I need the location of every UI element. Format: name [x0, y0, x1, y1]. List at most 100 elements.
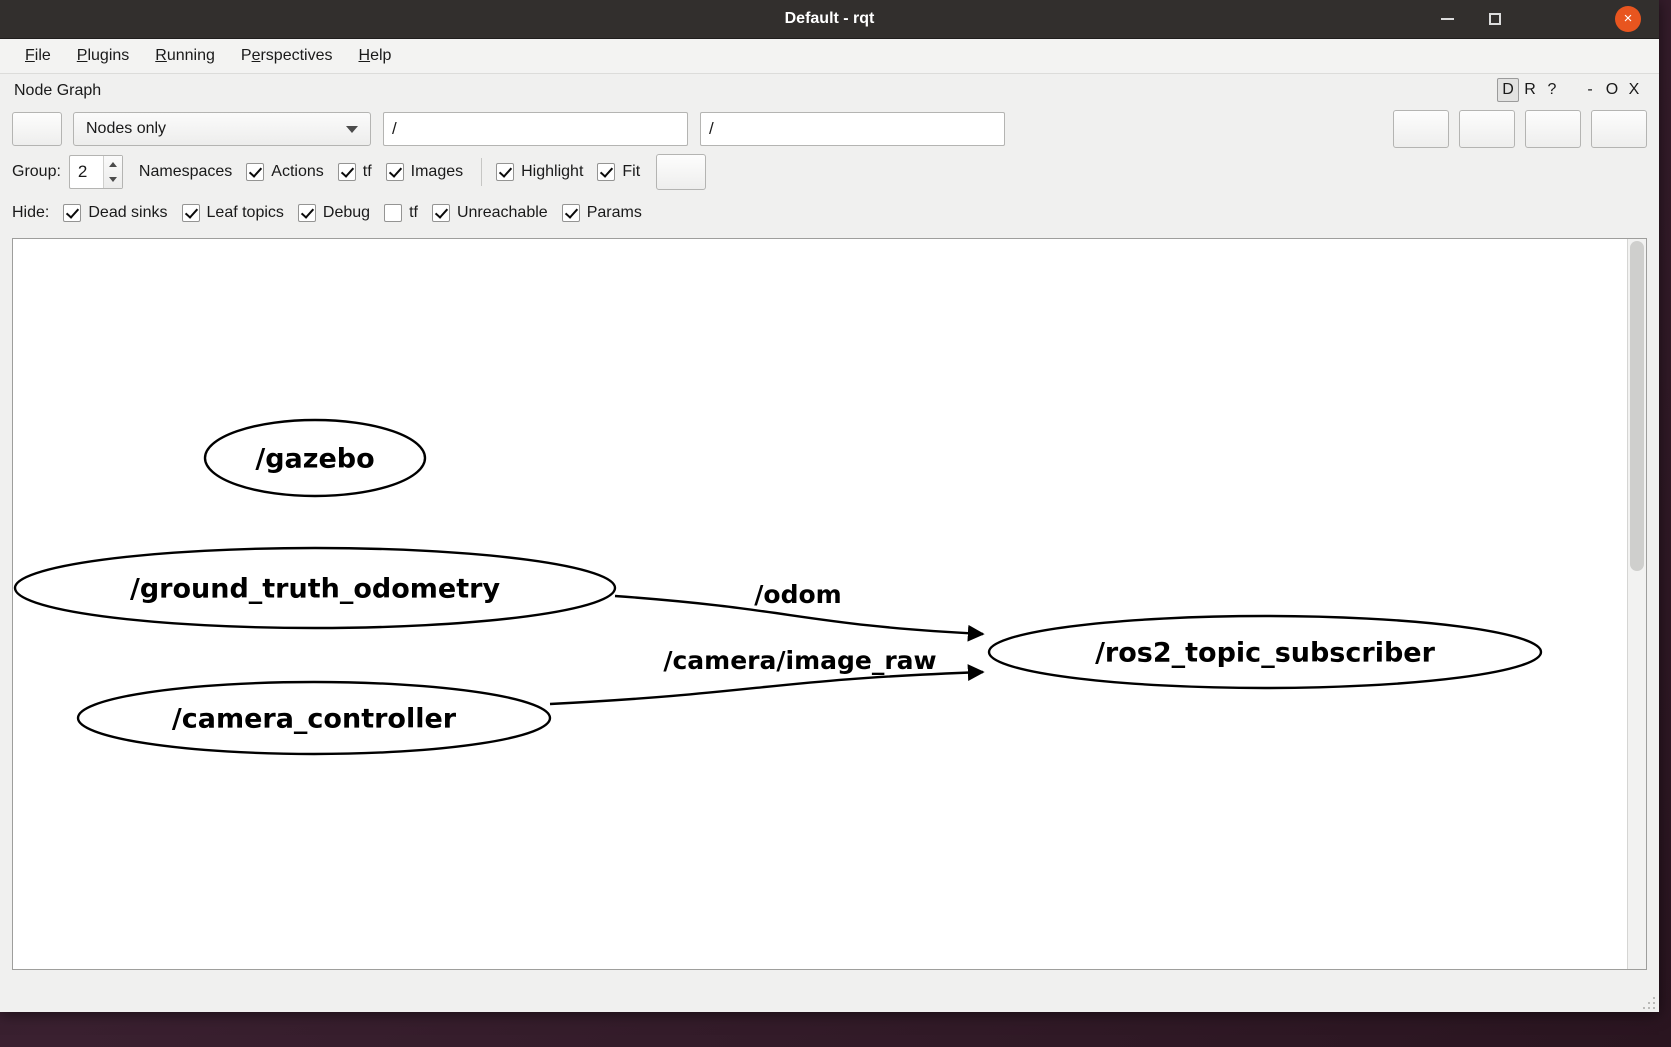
topic-filter-input[interactable]: /: [700, 112, 1005, 146]
graph-node-camera_controller[interactable]: /camera_controller: [76, 680, 552, 756]
save-image-button[interactable]: [1591, 110, 1647, 148]
toolbar-separator: [481, 158, 483, 186]
dock-minimize-button[interactable]: -: [1579, 79, 1601, 101]
maximize-icon: [1489, 13, 1501, 26]
namespaces-label: Namespaces: [138, 163, 233, 180]
window-title: Default - rqt: [784, 10, 875, 27]
hide-params-label: Params: [586, 204, 642, 221]
node-label: /camera_controller: [172, 703, 457, 734]
menu-file-label-rest: ile: [34, 47, 51, 64]
images-checkbox[interactable]: Images: [385, 163, 464, 181]
chevron-down-icon: [346, 126, 358, 133]
hide-label: Hide:: [12, 204, 50, 221]
menu-help[interactable]: Help: [346, 44, 405, 68]
dock-close-button[interactable]: X: [1623, 79, 1645, 101]
hide-dead-sinks-checkbox[interactable]: Dead sinks: [63, 204, 168, 222]
hide-leaf-topics-checkbox-box[interactable]: [181, 204, 200, 222]
edge-label: /odom: [754, 580, 841, 609]
dock-d-button[interactable]: D: [1497, 78, 1519, 102]
highlight-label: Highlight: [521, 163, 584, 180]
hide-params-checkbox[interactable]: Params: [561, 204, 642, 222]
grip-dot: [1653, 1002, 1655, 1004]
hide-dead-sinks-checkbox-box[interactable]: [63, 204, 82, 222]
graph-vertical-scrollbar[interactable]: [1627, 239, 1646, 969]
menu-perspectives[interactable]: Perspectives: [228, 44, 346, 68]
hide-debug-checkbox-box[interactable]: [297, 204, 316, 222]
ros-node-graph: /odom/camera/image_raw /gazebo/ground_tr…: [13, 418, 1543, 756]
edge-label: /camera/image_raw: [663, 646, 936, 675]
dock-widget-buttons: D R ? - O X: [1497, 78, 1645, 102]
hide-tf-checkbox[interactable]: tf: [384, 204, 418, 222]
graph-mode-value: Nodes only: [86, 120, 167, 137]
save-svg-button[interactable]: [1525, 110, 1581, 148]
rqt-window: Default - rqt × File Plugins Running Per…: [0, 0, 1659, 1012]
menu-plugins-label-rest: lugins: [87, 47, 130, 64]
graph-node-ros2_topic_subscriber[interactable]: /ros2_topic_subscriber: [987, 614, 1543, 690]
tf-namespace-checkbox-box[interactable]: [337, 163, 356, 181]
scrollbar-thumb[interactable]: [1630, 241, 1644, 571]
graph-node-gazebo[interactable]: /gazebo: [203, 418, 427, 498]
hide-tf-label: tf: [409, 204, 418, 221]
actions-checkbox-box[interactable]: [246, 163, 265, 181]
images-checkbox-box[interactable]: [385, 163, 404, 181]
title-bar: Default - rqt ×: [0, 0, 1659, 39]
hide-dead-sinks-label: Dead sinks: [88, 204, 168, 221]
spin-down-icon[interactable]: [104, 172, 122, 188]
graph-node-ground_truth_odometry[interactable]: /ground_truth_odometry: [13, 546, 617, 630]
close-icon: ×: [1623, 10, 1633, 27]
resize-grip[interactable]: [1639, 993, 1655, 1009]
dock-r-button[interactable]: R: [1519, 79, 1541, 101]
fit-label: Fit: [622, 163, 641, 180]
actions-label: Actions: [271, 163, 324, 180]
menu-file[interactable]: File: [12, 44, 64, 68]
hide-tf-checkbox-box[interactable]: [384, 204, 403, 222]
toolbar-row-filters: Nodes only / /: [12, 108, 1647, 150]
images-label: Images: [410, 163, 464, 180]
grip-dot: [1653, 1007, 1655, 1009]
node-label: /ground_truth_odometry: [130, 573, 500, 604]
plugin-title: Node Graph: [14, 82, 102, 99]
graph-edges: /odom/camera/image_raw: [549, 580, 985, 706]
hide-debug-label: Debug: [322, 204, 371, 221]
maximize-button[interactable]: [1483, 7, 1507, 31]
highlight-checkbox[interactable]: Highlight: [496, 163, 583, 181]
group-spinbox[interactable]: 2: [68, 155, 123, 189]
minimize-button[interactable]: [1435, 7, 1459, 31]
graph-toolbar: Nodes only / / Group: 2 Namespaces Actio…: [0, 108, 1659, 232]
graph-view[interactable]: /odom/camera/image_raw /gazebo/ground_tr…: [12, 238, 1647, 970]
toolbar-row-hide: Hide: Dead sinks Leaf topics Debug tf Un…: [12, 194, 1647, 232]
graph-mode-select[interactable]: Nodes only: [73, 112, 371, 146]
status-bar: [0, 978, 1659, 1012]
node-filter-input[interactable]: /: [383, 112, 688, 146]
tf-namespace-label: tf: [362, 163, 372, 180]
grip-dot: [1643, 1007, 1645, 1009]
hide-unreachable-checkbox-box[interactable]: [431, 204, 450, 222]
close-button[interactable]: ×: [1615, 6, 1641, 32]
refresh-button[interactable]: [12, 112, 62, 146]
menu-bar: File Plugins Running Perspectives Help: [0, 39, 1659, 74]
group-spin-buttons[interactable]: [102, 156, 122, 188]
hide-leaf-topics-checkbox[interactable]: Leaf topics: [181, 204, 284, 222]
menu-plugins[interactable]: Plugins: [64, 44, 142, 68]
dock-float-button[interactable]: O: [1601, 79, 1623, 101]
graph-canvas[interactable]: /odom/camera/image_raw /gazebo/ground_tr…: [13, 239, 1627, 969]
toolbar-row-options: Group: 2 Namespaces Actions tf Images Hi…: [12, 150, 1647, 194]
spin-up-icon[interactable]: [104, 156, 122, 172]
hide-debug-checkbox[interactable]: Debug: [297, 204, 371, 222]
fit-in-view-button[interactable]: [656, 154, 707, 190]
zoom-fit-button[interactable]: [1393, 110, 1449, 148]
actions-checkbox[interactable]: Actions: [246, 163, 324, 181]
save-dot-button[interactable]: [1459, 110, 1515, 148]
grip-dot: [1648, 1007, 1650, 1009]
fit-checkbox-box[interactable]: [597, 163, 616, 181]
hide-unreachable-checkbox[interactable]: Unreachable: [431, 204, 548, 222]
group-label: Group:: [12, 163, 61, 180]
hide-params-checkbox-box[interactable]: [561, 204, 580, 222]
highlight-checkbox-box[interactable]: [496, 163, 515, 181]
node-label: /ros2_topic_subscriber: [1095, 637, 1436, 668]
fit-checkbox[interactable]: Fit: [597, 163, 640, 181]
tf-namespace-checkbox[interactable]: tf: [337, 163, 372, 181]
graph-edge[interactable]: [549, 664, 985, 706]
help-button[interactable]: ?: [1541, 79, 1563, 101]
menu-running[interactable]: Running: [142, 44, 228, 68]
